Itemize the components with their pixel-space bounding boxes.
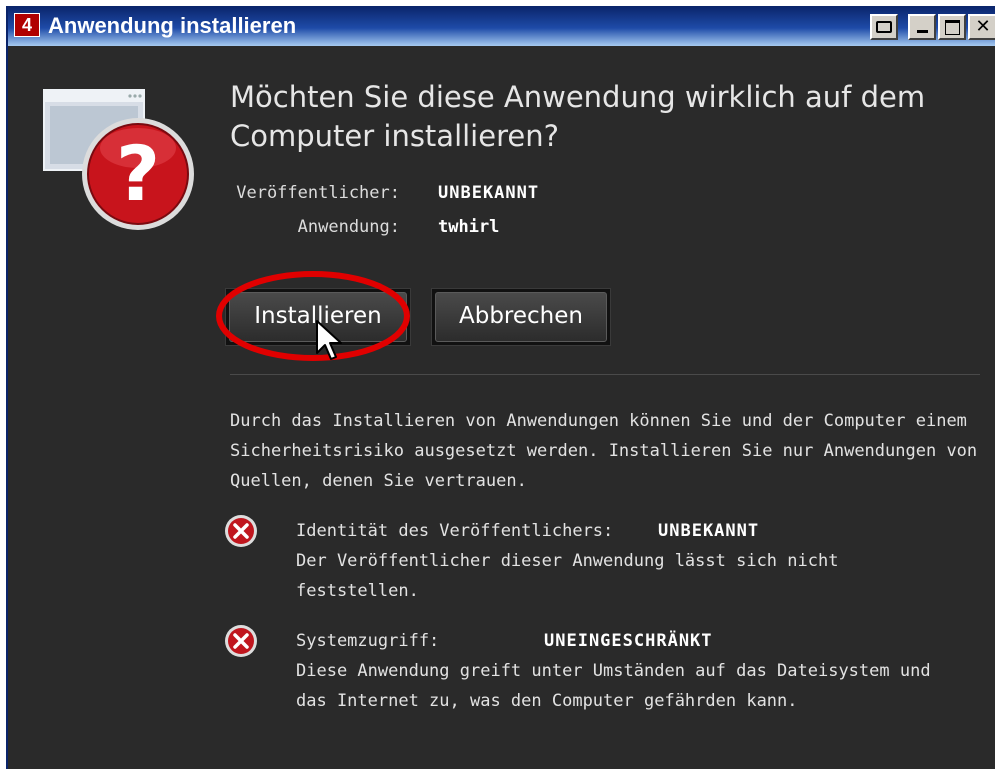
risk-system-access-label: Systemzugriff: bbox=[296, 631, 440, 651]
publisher-label: Veröffentlicher: bbox=[236, 183, 400, 203]
maximize-button[interactable] bbox=[938, 14, 966, 40]
install-button[interactable]: Installieren bbox=[225, 288, 411, 346]
risk-system-access-status: UNEINGESCHRÄNKT bbox=[544, 631, 713, 651]
section-divider bbox=[230, 374, 980, 375]
install-button-label: Installieren bbox=[229, 292, 407, 342]
risk-publisher-label: Identität des Veröffentlichers: bbox=[296, 521, 614, 541]
dialog-heading: Möchten Sie diese Anwendung wirklich auf… bbox=[230, 80, 926, 153]
install-question-icon: ? bbox=[43, 89, 194, 230]
error-x-icon bbox=[225, 625, 257, 657]
print-button[interactable] bbox=[870, 14, 898, 40]
cancel-button-label: Abbrechen bbox=[435, 292, 607, 342]
risk-publisher-status: UNBEKANNT bbox=[658, 521, 760, 541]
window-title: Anwendung installieren bbox=[48, 13, 297, 38]
minimize-button[interactable] bbox=[908, 14, 936, 40]
risk-system-access-description: Diese Anwendung greift unter Umständen a… bbox=[296, 661, 931, 711]
close-icon: ✕ bbox=[975, 16, 991, 37]
risk-publisher-description: Der Veröffentlicher dieser Anwendung läs… bbox=[296, 551, 839, 601]
error-x-icon bbox=[225, 515, 257, 547]
svg-text:?: ? bbox=[116, 129, 160, 218]
install-dialog-window: 4 Anwendung installieren ✕ ? Möchten Sie… bbox=[6, 6, 995, 769]
maximize-icon bbox=[945, 20, 960, 35]
title-bar[interactable]: 4 Anwendung installieren ✕ bbox=[8, 6, 995, 46]
publisher-value: UNBEKANNT bbox=[438, 183, 540, 203]
security-warning-text: Durch das Installieren von Anwendungen k… bbox=[230, 411, 978, 491]
print-icon bbox=[876, 21, 892, 33]
minimize-icon bbox=[917, 30, 928, 33]
adobe-air-app-icon: 4 bbox=[14, 13, 40, 37]
application-value: twhirl bbox=[438, 217, 500, 237]
close-button[interactable]: ✕ bbox=[968, 14, 995, 40]
cancel-button[interactable]: Abbrechen bbox=[431, 288, 611, 346]
application-label: Anwendung: bbox=[297, 217, 400, 237]
